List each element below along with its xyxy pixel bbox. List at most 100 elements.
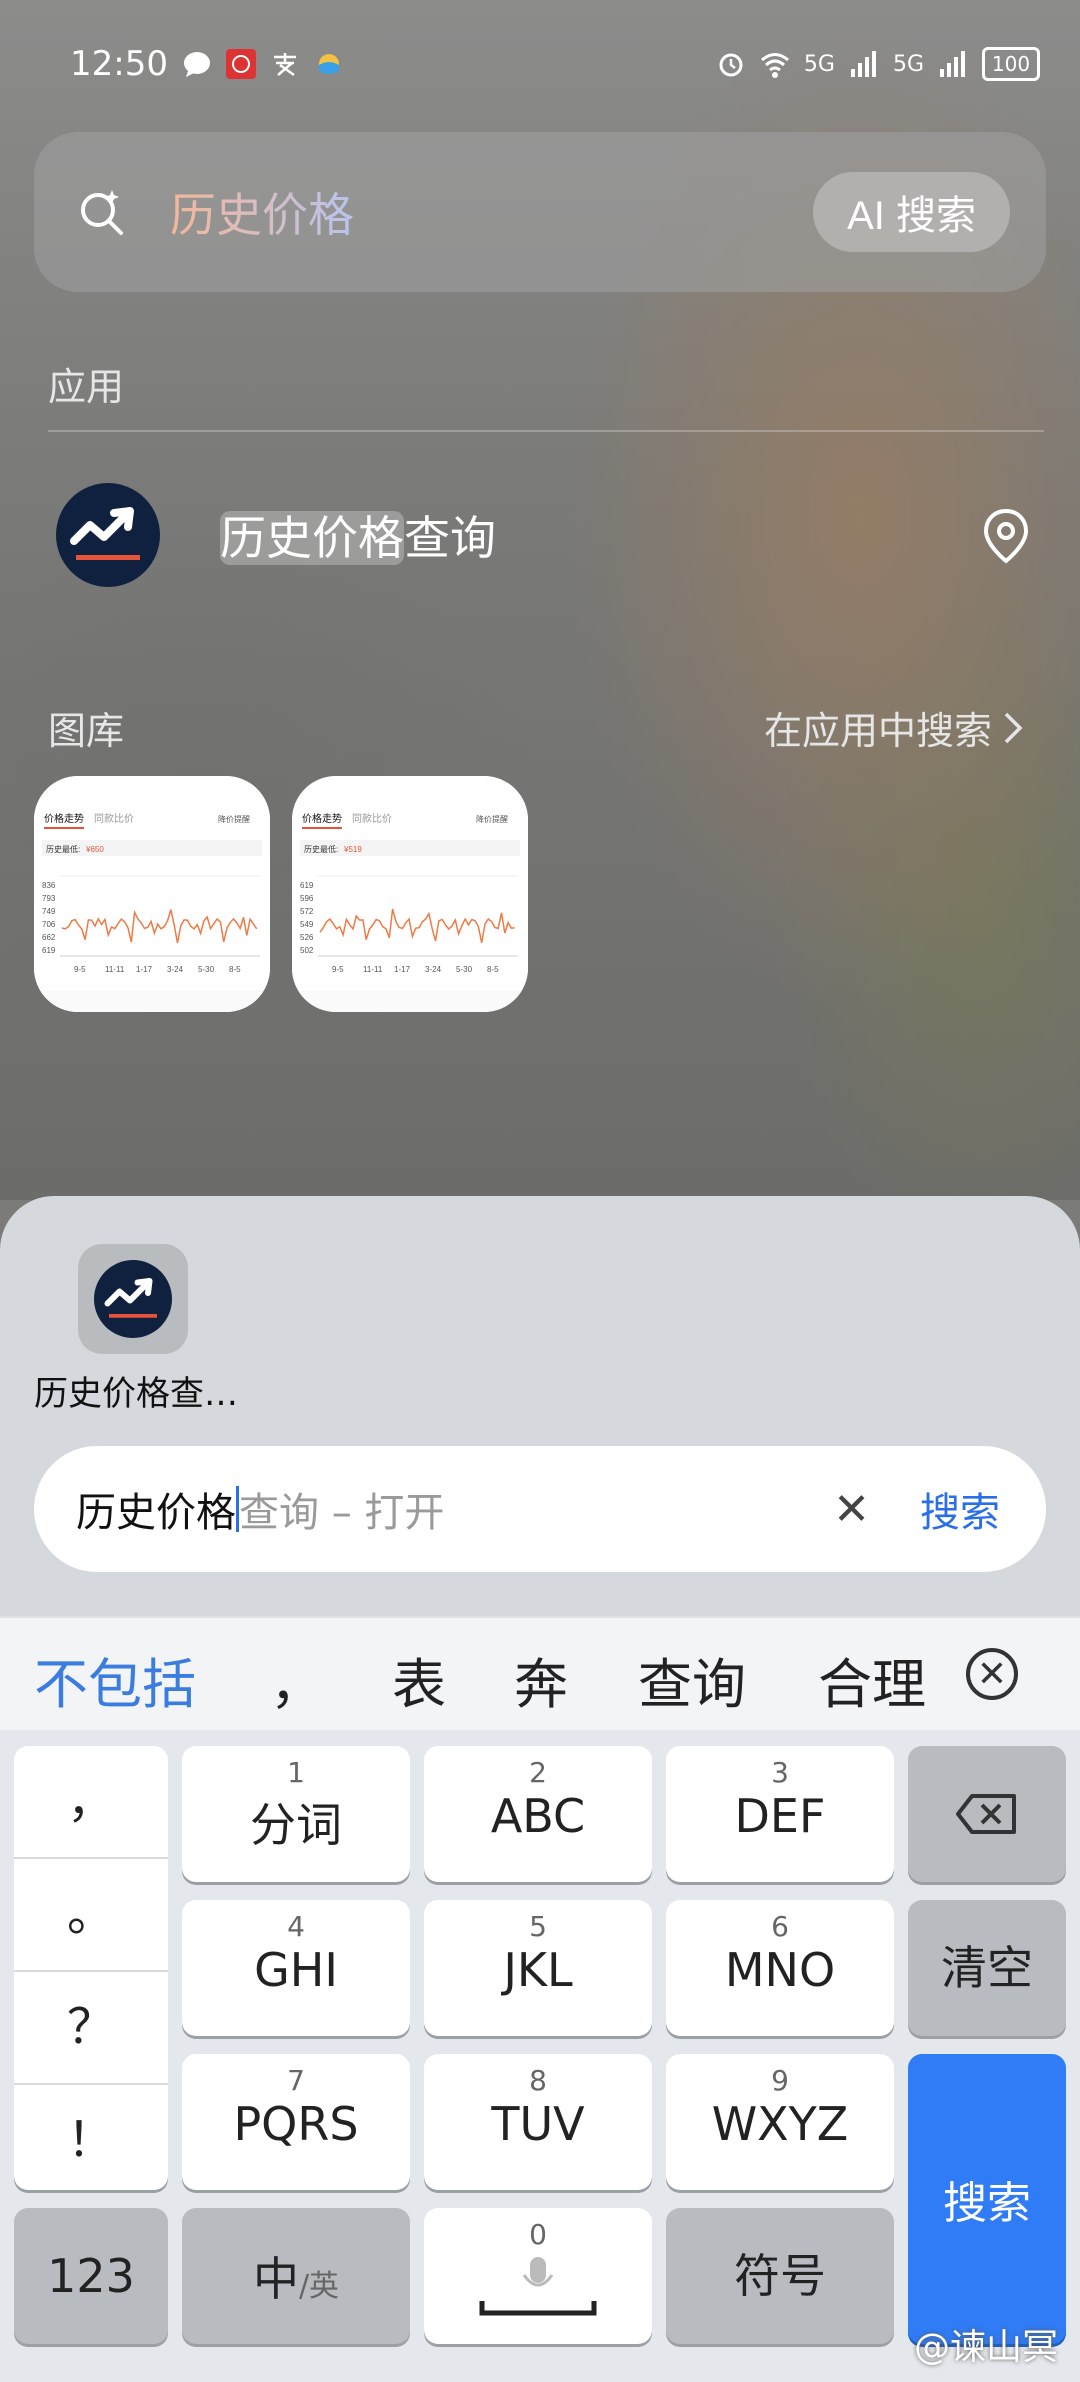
thumb-x-tick: 5-30 (456, 965, 473, 974)
thumb-y-tick: 596 (300, 894, 314, 903)
gallery-thumbnail-2[interactable]: 价格走势 同款比价 降价提醒 历史最低: ¥519 619 596 572 549 52… (292, 776, 528, 1012)
thumb-y-tick: 526 (300, 933, 314, 942)
search-input-field[interactable]: 历史价格 查询 – 打开 ✕ 搜索 (34, 1446, 1046, 1572)
trend-up-icon (104, 1278, 157, 1318)
thumb-y-tick: 749 (42, 907, 56, 916)
suggested-app-label: 历史价格查… (34, 1374, 238, 1414)
history-price-app-icon (56, 483, 160, 587)
alarm-icon (719, 53, 743, 77)
thumb-x-tick: 1-17 (136, 965, 153, 974)
ai-search-button[interactable]: AI 搜索 (813, 172, 1010, 252)
notification-icons (182, 49, 344, 79)
app-result-item[interactable]: 历史价格查询 (56, 480, 1036, 590)
app-name-rest: 查询 (404, 511, 496, 565)
weather-icon (318, 54, 339, 74)
symbols-label: 符号 (734, 2249, 826, 2303)
punct-key-period[interactable]: 。 (14, 1859, 168, 1972)
key-5-num: 5 (529, 1910, 547, 1943)
clear-all-key[interactable]: 清空 (908, 1900, 1066, 2036)
punct-key-question[interactable]: ？ (14, 1972, 168, 2085)
location-pin-icon[interactable] (976, 505, 1036, 565)
key-2[interactable]: 2 ABC (424, 1746, 652, 1882)
app-name-highlight: 历史价格 (220, 511, 404, 565)
candidate-4[interactable]: 奔 (514, 1640, 568, 1719)
thumb-x-tick: 9-5 (332, 965, 344, 974)
backspace-icon (956, 1794, 1016, 1834)
backspace-key[interactable] (908, 1746, 1066, 1882)
app-result-name[interactable]: 历史价格查询 (220, 502, 496, 568)
thumb-tab-3: 降价提醒 (476, 814, 508, 824)
candidate-3[interactable]: 表 (392, 1640, 446, 1719)
thumb-y-tick: 502 (300, 946, 314, 955)
signal-5g-label-1: 5G (803, 51, 835, 77)
collapse-candidates-icon[interactable]: ✕ (966, 1648, 1018, 1700)
search-enter-key[interactable]: 搜索 (908, 2054, 1066, 2344)
clear-input-button[interactable]: ✕ (833, 1484, 870, 1535)
key-4[interactable]: 4 GHI (182, 1900, 410, 2036)
symbols-key[interactable]: 符号 (666, 2208, 894, 2344)
thumb-y-tick: 572 (300, 907, 314, 916)
thumb-y-tick: 619 (42, 946, 56, 955)
punct-key-comma[interactable]: ， (14, 1746, 168, 1859)
candidate-6[interactable]: 合理 (818, 1640, 926, 1719)
key-4-num: 4 (287, 1910, 305, 1943)
history-price-app-icon-small (94, 1260, 172, 1338)
chevron-right-icon (1004, 712, 1023, 743)
key-3-label: DEF (734, 1789, 826, 1843)
system-icons: 5G 5G 100 (716, 47, 1040, 81)
key-9[interactable]: 9 WXYZ (666, 2054, 894, 2190)
key-8-label: TUV (491, 2097, 585, 2151)
clear-all-label: 清空 (941, 1941, 1033, 1995)
suggested-app[interactable]: 历史价格查… (34, 1244, 238, 1415)
message-icon (183, 52, 210, 77)
candidate-1[interactable]: 不包括 (34, 1640, 196, 1719)
thumb-y-tick: 793 (42, 894, 56, 903)
thumb-x-tick: 11-11 (363, 965, 383, 974)
watermark: @谏山冥 (913, 2327, 1058, 2368)
key-2-num: 2 (529, 1756, 547, 1789)
candidate-2[interactable]: ， (270, 1640, 324, 1719)
numeric-mode-key[interactable]: 123 (14, 2208, 168, 2344)
punct-key-exclaim[interactable]: ！ (14, 2085, 168, 2196)
wifi-icon (760, 53, 789, 78)
ime-candidate-bar: 不包括 ， 表 奔 查询 合理 ✕ (0, 1616, 1080, 1732)
input-sheet: 历史价格查… 历史价格 查询 – 打开 ✕ 搜索 (0, 1196, 1080, 1616)
gallery-thumbnail-1[interactable]: 价格走势 同款比价 降价提醒 历史最低: ¥650 836 793 749 706 66… (34, 776, 270, 1012)
language-switch-key[interactable]: 中/英 (182, 2208, 410, 2344)
key-7-num: 7 (287, 2064, 305, 2097)
key-7[interactable]: 7 PQRS (182, 2054, 410, 2190)
key-1-label: 分词 (250, 1798, 342, 1852)
thumb-x-tick: 3-24 (167, 965, 184, 974)
key-7-label: PQRS (233, 2097, 359, 2151)
key-3[interactable]: 3 DEF (666, 1746, 894, 1882)
search-submit-button[interactable]: 搜索 (920, 1480, 1000, 1538)
space-key[interactable]: 0 (424, 2208, 652, 2344)
apps-section-label: 应用 (48, 365, 125, 409)
punctuation-column: ， 。 ？ ！ (14, 1746, 168, 2190)
thumb-y-tick: 619 (300, 881, 314, 890)
key-2-label: ABC (490, 1789, 586, 1843)
key-5[interactable]: 5 JKL (424, 1900, 652, 2036)
key-5-label: JKL (503, 1943, 573, 1997)
key-1[interactable]: 1 分词 (182, 1746, 410, 1882)
search-query-text[interactable]: 历史价格 (170, 179, 354, 245)
thumb-x-tick: 8-5 (229, 965, 241, 974)
key-8[interactable]: 8 TUV (424, 2054, 652, 2190)
lang-en-label: /英 (298, 2269, 340, 2304)
thumb-y-tick: 836 (42, 881, 56, 890)
ai-search-icon (81, 190, 123, 235)
key-8-num: 8 (529, 2064, 547, 2097)
suggested-app-tile[interactable] (78, 1244, 188, 1354)
ime-keyboard: ， 。 ？ ！ 1 分词 2 ABC 3 DEF 4 GHI 5 JKL 6 M… (0, 1730, 1080, 2382)
signal-icon (850, 51, 876, 77)
search-in-app-link[interactable]: 在应用中搜索 (764, 700, 1024, 755)
thumb-x-tick: 9-5 (74, 965, 86, 974)
thumb-x-tick: 8-5 (487, 965, 499, 974)
thumb-x-tick: 1-17 (394, 965, 411, 974)
key-6[interactable]: 6 MNO (666, 1900, 894, 2036)
candidate-5[interactable]: 查询 (638, 1640, 746, 1719)
global-search-bar[interactable]: 历史价格 AI 搜索 (34, 132, 1046, 292)
thumb-tab-2: 同款比价 (352, 812, 392, 825)
numeric-mode-label: 123 (47, 2249, 135, 2303)
key-1-num: 1 (287, 1756, 305, 1789)
